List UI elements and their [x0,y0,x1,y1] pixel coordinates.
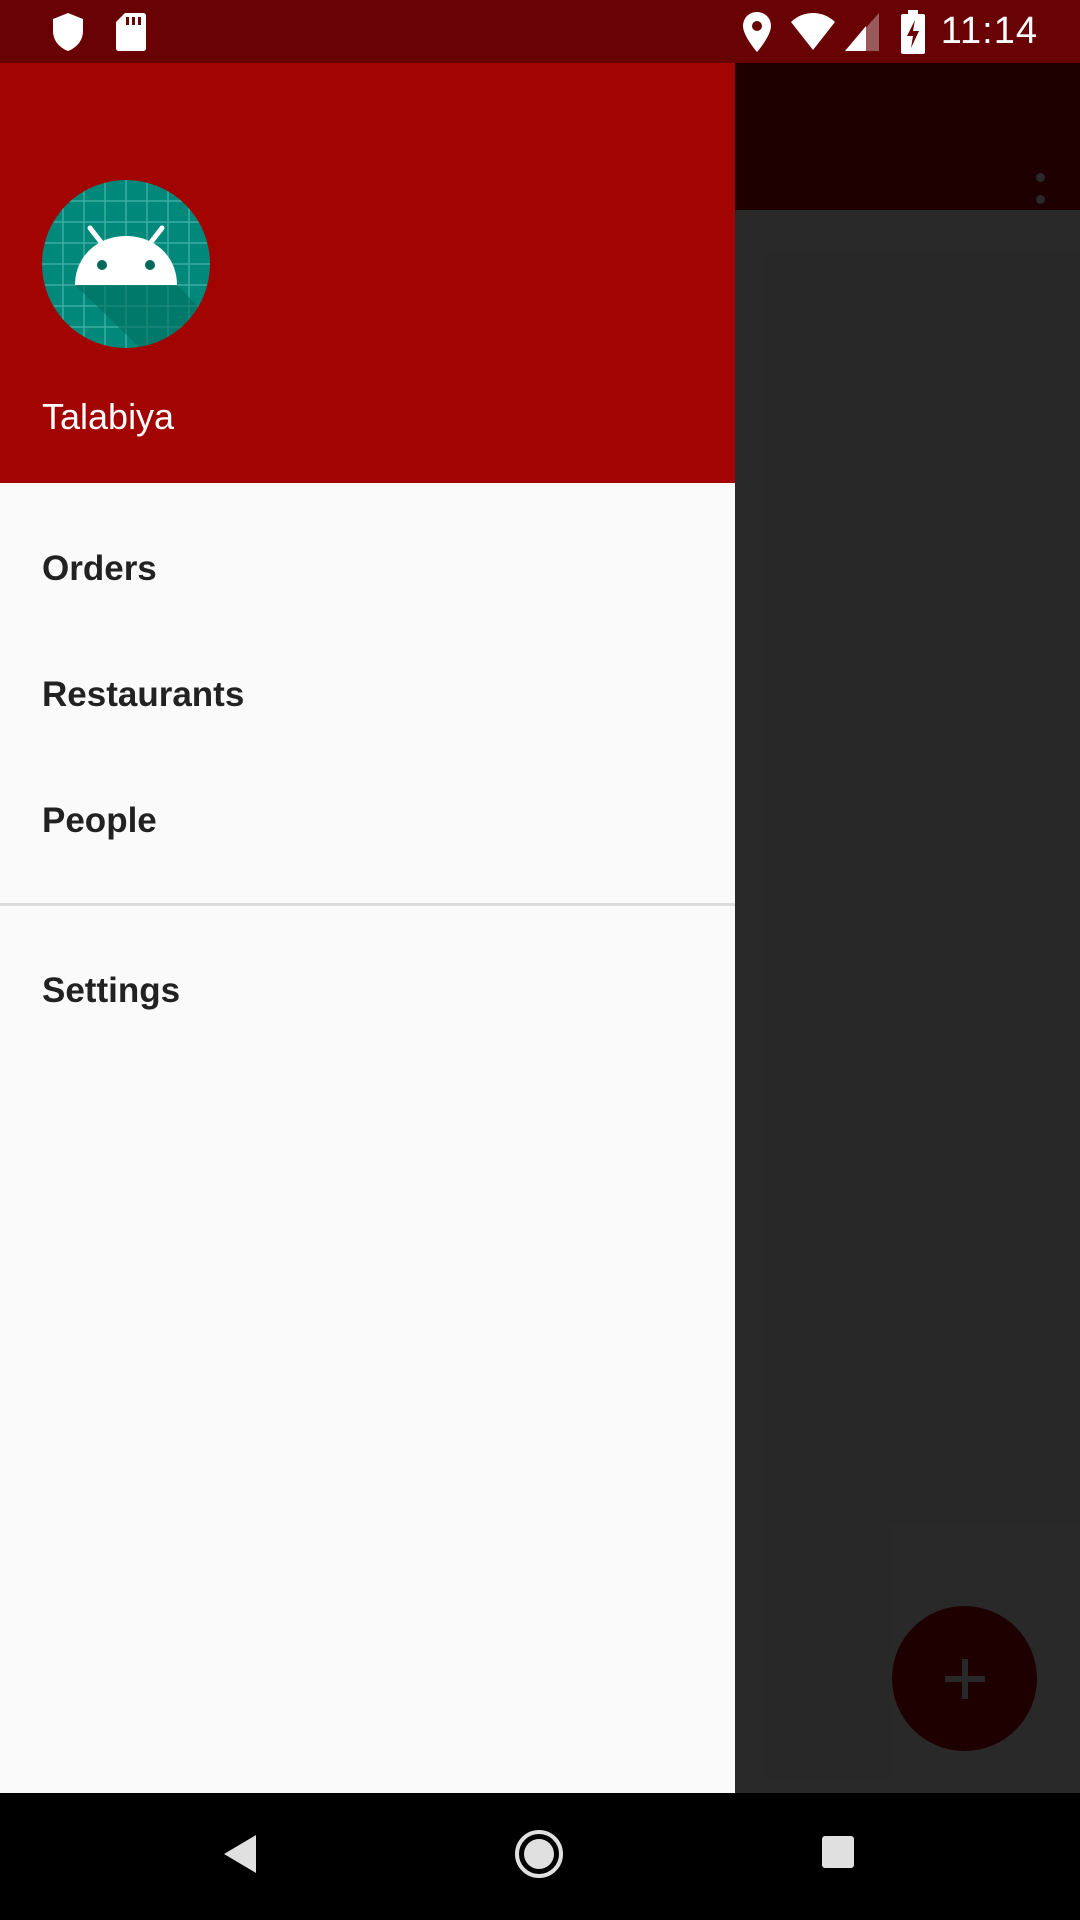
signal-icon [845,13,879,51]
home-icon[interactable] [514,1829,564,1879]
battery-charging-icon [901,10,925,54]
drawer-divider [0,903,735,906]
avatar [42,180,210,348]
screen: 11:14 Talabiya Orders Restaurants People… [0,0,1080,1920]
location-icon [743,12,771,52]
drawer-item-label: Settings [42,971,181,1010]
wifi-icon [791,13,835,50]
back-icon[interactable] [222,1833,258,1875]
shield-icon [53,13,83,51]
drawer-item-orders[interactable]: Orders [0,507,735,633]
status-bar: 11:14 [0,0,1080,63]
android-icon [42,180,210,348]
drawer-item-settings[interactable]: Settings [0,929,735,1055]
recents-icon[interactable] [821,1835,855,1869]
system-nav-bar [0,1793,1080,1920]
navigation-drawer: Talabiya Orders Restaurants People Setti… [0,63,735,1793]
drawer-item-label: Restaurants [42,675,245,714]
sd-card-icon [116,13,146,51]
drawer-item-people[interactable]: People [0,759,735,885]
drawer-item-label: Orders [42,549,157,588]
drawer-app-name: Talabiya [42,396,175,437]
drawer-item-label: People [42,801,157,840]
status-time: 11:14 [940,10,1038,52]
drawer-item-restaurants[interactable]: Restaurants [0,633,735,759]
drawer-header: Talabiya [0,63,735,483]
